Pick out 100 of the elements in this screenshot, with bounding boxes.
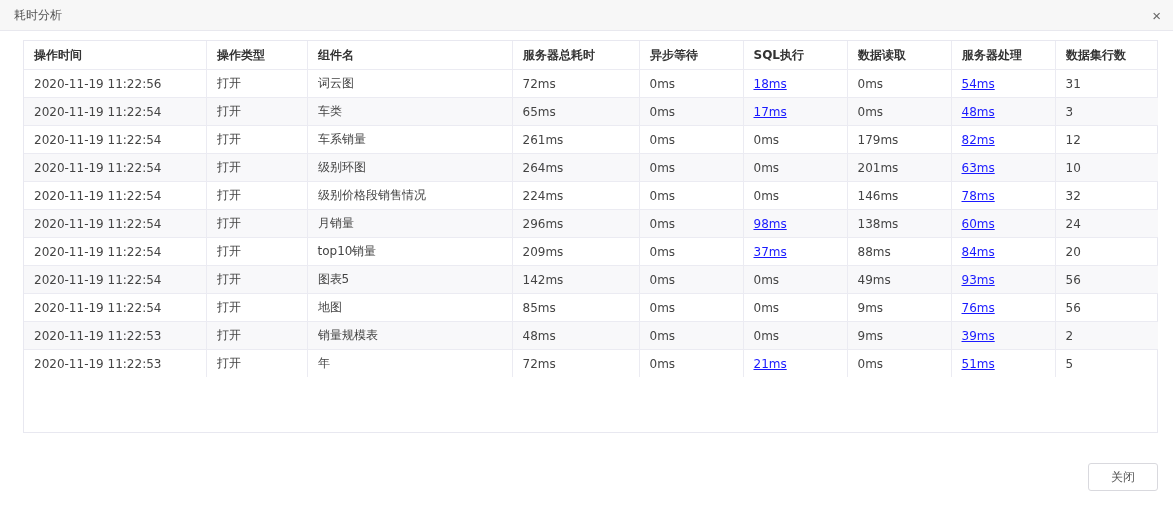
table-cell: 146ms — [847, 181, 951, 210]
duration-link[interactable]: 17ms — [753, 104, 787, 119]
table-cell: 65ms — [512, 97, 639, 126]
table-cell: 车系销量 — [307, 125, 512, 154]
table-cell: 261ms — [512, 125, 639, 154]
table-cell: 142ms — [512, 265, 639, 294]
table-cell: 0ms — [639, 125, 743, 154]
table-cell: 9ms — [847, 321, 951, 350]
duration-link[interactable]: 48ms — [961, 104, 995, 119]
table-cell: 年 — [307, 349, 512, 377]
duration-link[interactable]: 39ms — [961, 328, 995, 343]
table-cell: 2020-11-19 11:22:54 — [24, 125, 206, 154]
table-cell: 0ms — [743, 265, 847, 294]
table-cell: 56 — [1055, 293, 1158, 322]
table-cell: 138ms — [847, 209, 951, 238]
table-cell: 2020-11-19 11:22:54 — [24, 97, 206, 126]
table-cell: 2020-11-19 11:22:53 — [24, 349, 206, 377]
table-cell: 车类 — [307, 97, 512, 126]
table-cell: 打开 — [206, 321, 307, 350]
table-cell: 72ms — [512, 349, 639, 377]
table-cell: 打开 — [206, 69, 307, 98]
table-cell: 打开 — [206, 153, 307, 182]
table-cell: 2020-11-19 11:22:54 — [24, 265, 206, 294]
table-cell: 0ms — [639, 349, 743, 377]
table-cell: 9ms — [847, 293, 951, 322]
table-cell: 0ms — [639, 265, 743, 294]
table-cell: 85ms — [512, 293, 639, 322]
column-header: 组件名 — [307, 41, 512, 70]
table-cell: 打开 — [206, 265, 307, 294]
duration-link[interactable]: 21ms — [753, 356, 787, 371]
table-cell: 0ms — [847, 349, 951, 377]
table-cell: 图表5 — [307, 265, 512, 294]
column-header: 操作时间 — [24, 41, 206, 70]
duration-link[interactable]: 98ms — [753, 216, 787, 231]
column-header: SQL执行 — [743, 41, 847, 70]
table-cell: 0ms — [847, 97, 951, 126]
table-cell: 2020-11-19 11:22:54 — [24, 293, 206, 322]
table-cell: 2020-11-19 11:22:54 — [24, 181, 206, 210]
table-cell: 224ms — [512, 181, 639, 210]
table-cell: 24 — [1055, 209, 1158, 238]
table-cell: 打开 — [206, 97, 307, 126]
window-title: 耗时分析 — [14, 6, 62, 24]
table-cell: 销量规模表 — [307, 321, 512, 350]
column-header: 数据读取 — [847, 41, 951, 70]
duration-link[interactable]: 76ms — [961, 300, 995, 315]
table-cell: 5 — [1055, 349, 1158, 377]
table-cell: 88ms — [847, 237, 951, 266]
column-header: 服务器总耗时 — [512, 41, 639, 70]
duration-link[interactable]: 63ms — [961, 160, 995, 175]
table-cell: 0ms — [639, 181, 743, 210]
table-cell: 地图 — [307, 293, 512, 322]
table-cell: 3 — [1055, 97, 1158, 126]
table-cell: 2020-11-19 11:22:54 — [24, 153, 206, 182]
column-header: 服务器处理 — [951, 41, 1055, 70]
column-header: 异步等待 — [639, 41, 743, 70]
table-cell: 296ms — [512, 209, 639, 238]
table-cell: 2020-11-19 11:22:54 — [24, 209, 206, 238]
column-header: 操作类型 — [206, 41, 307, 70]
duration-link[interactable]: 18ms — [753, 76, 787, 91]
table-cell: 49ms — [847, 265, 951, 294]
table-cell: 209ms — [512, 237, 639, 266]
table-cell: 179ms — [847, 125, 951, 154]
table-cell: 0ms — [639, 321, 743, 350]
table-cell: 2 — [1055, 321, 1158, 350]
table-cell: 2020-11-19 11:22:54 — [24, 237, 206, 266]
table-cell: 0ms — [639, 237, 743, 266]
table-cell: 0ms — [743, 293, 847, 322]
table-cell: 264ms — [512, 153, 639, 182]
table-cell: 0ms — [639, 153, 743, 182]
table-cell: 10 — [1055, 153, 1158, 182]
table-cell: 2020-11-19 11:22:53 — [24, 321, 206, 350]
table-cell: 级别价格段销售情况 — [307, 181, 512, 210]
close-dialog-button[interactable]: 关闭 — [1088, 463, 1158, 491]
duration-link[interactable]: 54ms — [961, 76, 995, 91]
table-cell: 0ms — [743, 125, 847, 154]
table-cell: 0ms — [639, 209, 743, 238]
duration-link[interactable]: 78ms — [961, 188, 995, 203]
duration-link[interactable]: 93ms — [961, 272, 995, 287]
duration-link[interactable]: 51ms — [961, 356, 995, 371]
table-cell: 打开 — [206, 125, 307, 154]
table-cell: 打开 — [206, 349, 307, 377]
table-cell: 31 — [1055, 69, 1158, 98]
duration-link[interactable]: 37ms — [753, 244, 787, 259]
table-cell: 打开 — [206, 293, 307, 322]
table-cell: 56 — [1055, 265, 1158, 294]
duration-link[interactable]: 82ms — [961, 132, 995, 147]
duration-link[interactable]: 60ms — [961, 216, 995, 231]
column-header: 数据集行数 — [1055, 41, 1158, 70]
table-cell: 0ms — [743, 181, 847, 210]
table-cell: 0ms — [639, 69, 743, 98]
close-button[interactable]: × — [1152, 7, 1161, 23]
table-cell: 0ms — [743, 321, 847, 350]
table-cell: 48ms — [512, 321, 639, 350]
table-cell: 打开 — [206, 181, 307, 210]
table-cell: 级别环图 — [307, 153, 512, 182]
table-cell: 打开 — [206, 209, 307, 238]
table-cell: 月销量 — [307, 209, 512, 238]
table-cell: 0ms — [743, 153, 847, 182]
duration-link[interactable]: 84ms — [961, 244, 995, 259]
table-cell: 打开 — [206, 237, 307, 266]
